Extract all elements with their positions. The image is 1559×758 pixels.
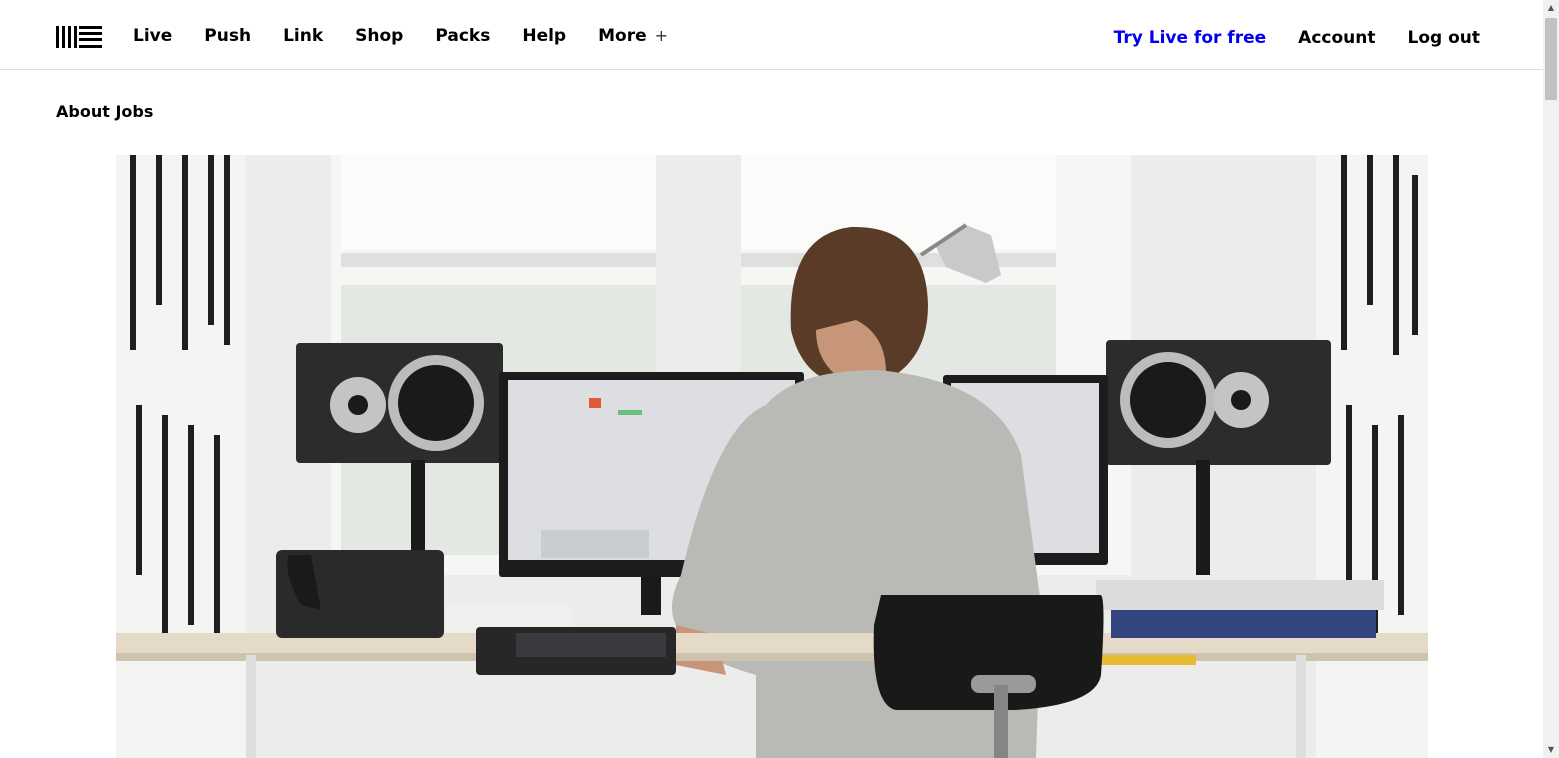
ableton-logo-icon[interactable] xyxy=(56,26,102,48)
arrow-down-icon[interactable]: ▼ xyxy=(1543,742,1559,758)
main-nav: Live Push Link Shop Packs Help More + xyxy=(133,26,700,46)
top-navigation: Live Push Link Shop Packs Help More + Try… xyxy=(0,0,1543,70)
studio-photo xyxy=(116,155,1428,758)
nav-help-link[interactable]: Help xyxy=(522,26,566,46)
log-out-link[interactable]: Log out xyxy=(1407,28,1480,48)
try-live-free-link[interactable]: Try Live for free xyxy=(1114,28,1267,48)
scrollbar-thumb[interactable] xyxy=(1545,18,1557,100)
nav-more-label: More xyxy=(598,26,647,46)
nav-packs-link[interactable]: Packs xyxy=(435,26,490,46)
nav-more-button[interactable]: More + xyxy=(598,26,668,46)
about-jobs-heading[interactable]: About Jobs xyxy=(56,102,153,121)
nav-shop-link[interactable]: Shop xyxy=(355,26,403,46)
page-scrollbar[interactable]: ▲ ▼ xyxy=(1543,0,1559,758)
nav-push-link[interactable]: Push xyxy=(204,26,251,46)
plus-icon: + xyxy=(654,26,669,45)
nav-link-link[interactable]: Link xyxy=(283,26,323,46)
account-nav: Try Live for free Account Log out xyxy=(1082,28,1480,48)
studio-photo-illustration xyxy=(116,155,1428,758)
arrow-up-icon[interactable]: ▲ xyxy=(1543,0,1559,16)
account-link[interactable]: Account xyxy=(1298,28,1375,48)
nav-live-link[interactable]: Live xyxy=(133,26,172,46)
